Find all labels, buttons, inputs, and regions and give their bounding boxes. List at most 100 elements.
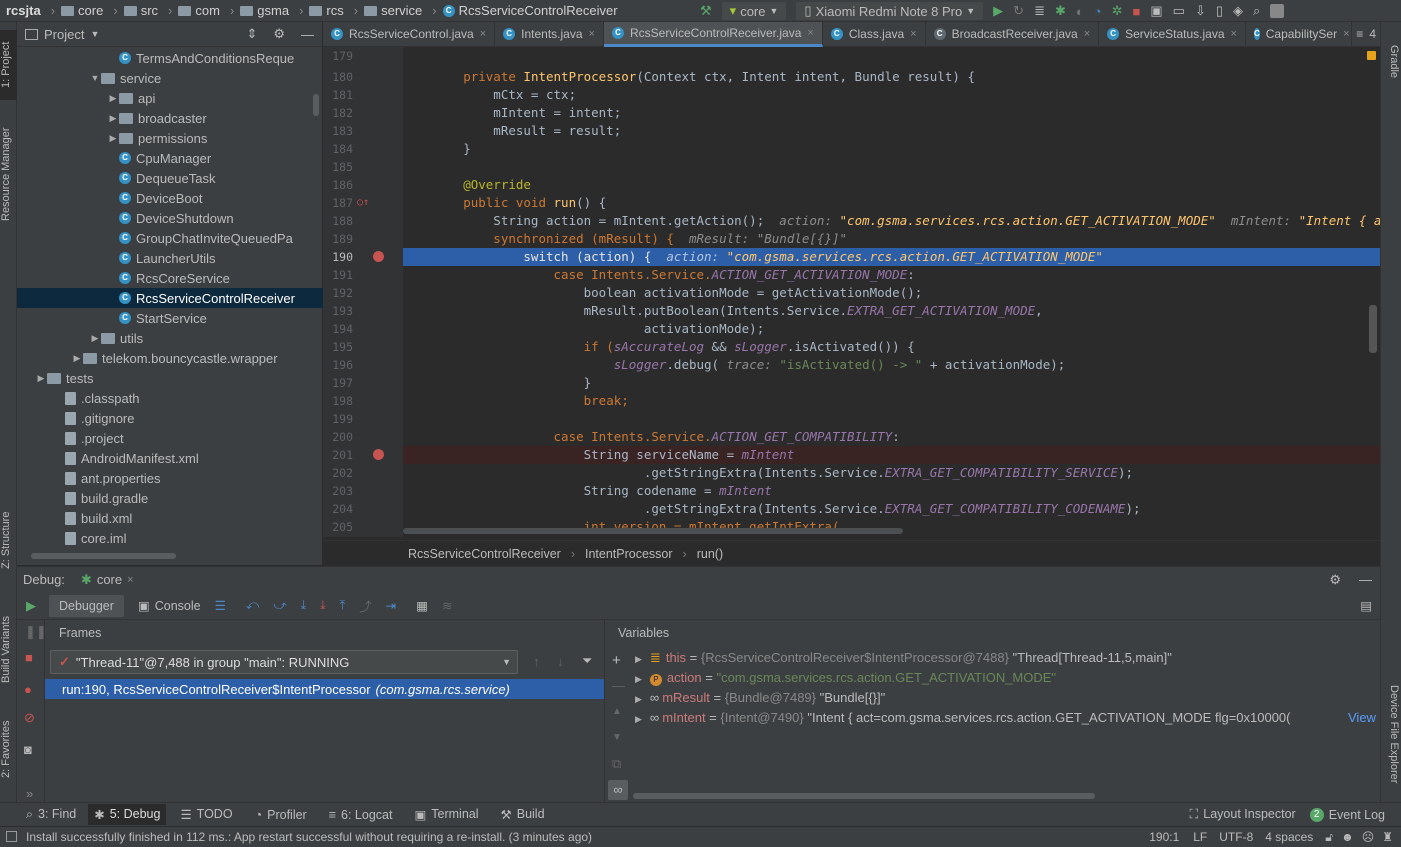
line-number[interactable]: 183: [323, 122, 353, 140]
line-number[interactable]: 195: [323, 338, 353, 356]
trace-icon[interactable]: ≋: [442, 598, 452, 613]
show-execution-point-icon[interactable]: ⤺: [246, 598, 259, 613]
tab-broadcastreceiver[interactable]: C BroadcastReceiver.java ×: [926, 21, 1100, 47]
line-number[interactable]: 193: [323, 302, 353, 320]
filter-icon[interactable]: ⏷: [582, 653, 592, 669]
tree-item[interactable]: C RcsServiceControlReceiver: [17, 288, 323, 308]
line-number[interactable]: 196: [323, 356, 353, 374]
line-number[interactable]: 201: [323, 446, 353, 464]
debug-icon[interactable]: ✱: [1055, 3, 1066, 19]
file-encoding[interactable]: UTF-8: [1219, 830, 1253, 844]
expand-arrow-icon[interactable]: ▶: [35, 373, 47, 384]
move-down-icon[interactable]: ▼: [612, 732, 622, 743]
tabs-overflow-button[interactable]: ≡ 4: [1352, 22, 1380, 47]
breadcrumb-item[interactable]: service ›: [364, 3, 437, 18]
drop-frame-icon[interactable]: ⤴: [359, 596, 372, 615]
breadcrumb-item[interactable]: run(): [697, 547, 723, 561]
tree-item[interactable]: C StartService: [17, 308, 323, 328]
hide-icon[interactable]: —: [1359, 572, 1372, 587]
expand-arrow-icon[interactable]: ▶: [71, 353, 83, 364]
tree-item[interactable]: build.gradle: [17, 488, 323, 508]
stop-icon[interactable]: ■: [25, 650, 33, 665]
breadcrumb-item[interactable]: RcsServiceControlReceiver: [408, 547, 561, 561]
view-breakpoints-icon[interactable]: ●: [24, 682, 32, 697]
tab-servicestatus[interactable]: C ServiceStatus.java ×: [1099, 21, 1246, 47]
line-number[interactable]: 203: [323, 482, 353, 500]
tree-item[interactable]: ▶ tests: [17, 368, 323, 388]
close-icon[interactable]: ×: [910, 28, 916, 40]
camera-icon[interactable]: ◙: [24, 742, 32, 757]
line-number[interactable]: 198: [323, 392, 353, 410]
structure-icon[interactable]: ◈: [1233, 3, 1243, 19]
tab-debugger[interactable]: Debugger: [49, 594, 124, 617]
line-separator[interactable]: LF: [1193, 830, 1207, 844]
collapse-all-icon[interactable]: ⇕: [246, 26, 257, 42]
close-icon[interactable]: ×: [589, 28, 595, 40]
status-message[interactable]: Install successfully finished in 112 ms.…: [26, 830, 592, 844]
tree-item[interactable]: ▶ telekom.bouncycastle.wrapper: [17, 348, 323, 368]
expand-arrow-icon[interactable]: ▶: [107, 93, 119, 104]
tree-item[interactable]: .classpath: [17, 388, 323, 408]
tree-item[interactable]: .gitignore: [17, 408, 323, 428]
tool-profiler[interactable]: ◔ Profiler: [255, 808, 307, 822]
line-number[interactable]: 186: [323, 176, 353, 194]
gear-icon[interactable]: ⚙: [1329, 572, 1341, 588]
editor-horizontal-scrollbar[interactable]: [403, 528, 903, 534]
structure-tool-tab[interactable]: Z: Structure: [0, 500, 17, 580]
line-number[interactable]: 202: [323, 464, 353, 482]
lock-icon[interactable]: 🔓︎: [1325, 830, 1333, 845]
line-number[interactable]: 184: [323, 140, 353, 158]
view-link[interactable]: View: [1348, 708, 1376, 728]
line-number[interactable]: 194: [323, 320, 353, 338]
more-icon[interactable]: »: [26, 786, 33, 801]
force-step-into-icon[interactable]: ⤓: [320, 598, 326, 613]
search-icon[interactable]: ⌕: [1253, 3, 1260, 19]
run-icon[interactable]: ▶: [993, 3, 1003, 19]
device-file-explorer-tool-tab[interactable]: Device File Explorer: [1383, 672, 1400, 797]
tree-item[interactable]: C DequeueTask: [17, 168, 323, 188]
line-number[interactable]: 188: [323, 212, 353, 230]
expand-arrow-icon[interactable]: ▶: [89, 333, 101, 344]
line-number[interactable]: 199: [323, 410, 353, 428]
thread-select[interactable]: ✓ "Thread-11"@7,488 in group "main": RUN…: [50, 650, 518, 674]
expand-icon[interactable]: ▶: [635, 674, 642, 684]
attach-debugger-icon[interactable]: ✲: [1112, 3, 1123, 19]
code-editor[interactable]: private IntentProcessor(Context ctx, Int…: [403, 47, 1380, 537]
line-number[interactable]: 180: [323, 68, 353, 86]
tab-rcsservicecontrolreceiver[interactable]: C RcsServiceControlReceiver.java ×: [603, 21, 823, 47]
override-marker-icon[interactable]: ○↑: [357, 197, 369, 208]
gradle-tool-tab[interactable]: Gradle: [1383, 32, 1400, 92]
variable-row[interactable]: ▶ ∞ mIntent = {Intent@7490} "Intent { act=…: [635, 708, 1375, 728]
tool-layout-inspector[interactable]: ⛶ Layout Inspector: [1190, 807, 1296, 822]
inspection-warning-icon[interactable]: [1367, 51, 1376, 60]
hide-icon[interactable]: —: [301, 27, 314, 42]
line-number[interactable]: 189: [323, 230, 353, 248]
close-icon[interactable]: ×: [1343, 28, 1349, 40]
expand-icon[interactable]: ▶: [635, 694, 642, 704]
tree-item[interactable]: ▼ service: [17, 68, 323, 88]
user-icon[interactable]: [1270, 4, 1285, 18]
tool-build[interactable]: ⚒ Build: [501, 807, 545, 822]
expand-arrow-icon[interactable]: ▶: [107, 113, 119, 124]
breakpoint-icon[interactable]: [373, 449, 384, 460]
vertical-scrollbar[interactable]: [313, 94, 319, 116]
line-number[interactable]: 205: [323, 518, 353, 536]
tab-capabilityservice[interactable]: C CapabilitySer ×: [1246, 21, 1353, 47]
restore-layout-icon[interactable]: ▤: [1360, 598, 1372, 613]
resume-icon[interactable]: ▶: [17, 592, 45, 620]
expand-arrow-icon[interactable]: ▶: [107, 133, 119, 144]
editor-gutter[interactable]: 179 180 181 182 183 184 185 186 187 188 189 190 191 1…: [323, 47, 403, 537]
stack-frame-item[interactable]: run:190, RcsServiceControlReceiver$Inten…: [45, 679, 604, 699]
tool-logcat[interactable]: ≡ 6: Logcat: [329, 808, 393, 822]
line-number[interactable]: 187: [323, 194, 353, 212]
gear-icon[interactable]: ⚙: [273, 26, 285, 42]
tool-find[interactable]: ⌕ 3: Find: [26, 807, 76, 822]
copy-icon[interactable]: ⧉: [612, 756, 621, 772]
rerun-icon[interactable]: ↻: [1013, 3, 1024, 19]
close-icon[interactable]: ×: [480, 28, 486, 40]
caret-position[interactable]: 190:1: [1149, 830, 1179, 844]
tree-item[interactable]: C DeviceBoot: [17, 188, 323, 208]
line-number[interactable]: 179: [323, 47, 353, 65]
remove-watch-icon[interactable]: —: [612, 678, 625, 693]
close-icon[interactable]: ×: [1231, 28, 1237, 40]
